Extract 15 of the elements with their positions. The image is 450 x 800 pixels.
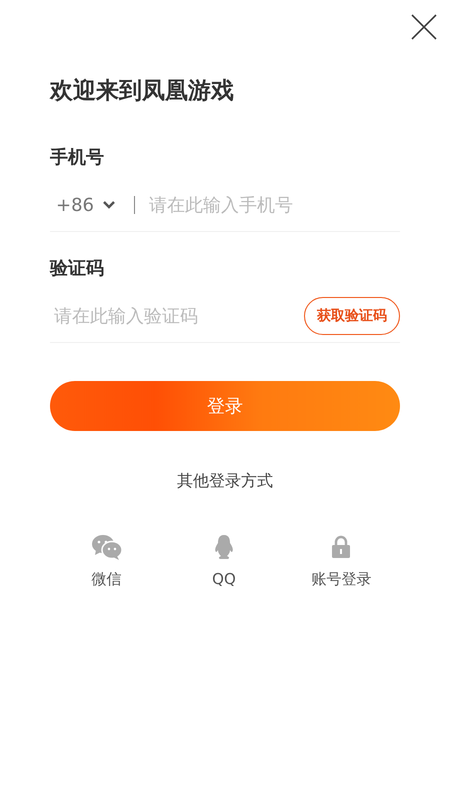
wechat-icon [90, 534, 123, 560]
login-option[interactable]: 账号登录 [282, 534, 400, 589]
login-option[interactable]: QQ [165, 534, 283, 589]
chevron-down-icon [102, 200, 116, 210]
penguin-icon [212, 534, 235, 560]
field-label: 验证码 [50, 257, 105, 281]
lock-icon [331, 535, 352, 559]
close-icon [410, 13, 438, 41]
other-login-heading: 其他登录方式 [176, 471, 274, 492]
login-option[interactable]: 微信 [48, 534, 166, 589]
country-code-dropdown[interactable]: +86 [50, 194, 116, 216]
get-code-button[interactable]: 获取验证码 [304, 297, 400, 335]
field-label: 手机号 [50, 146, 105, 170]
close-button[interactable] [410, 13, 438, 41]
page-title: 欢迎来到凤凰游戏 [50, 77, 235, 106]
